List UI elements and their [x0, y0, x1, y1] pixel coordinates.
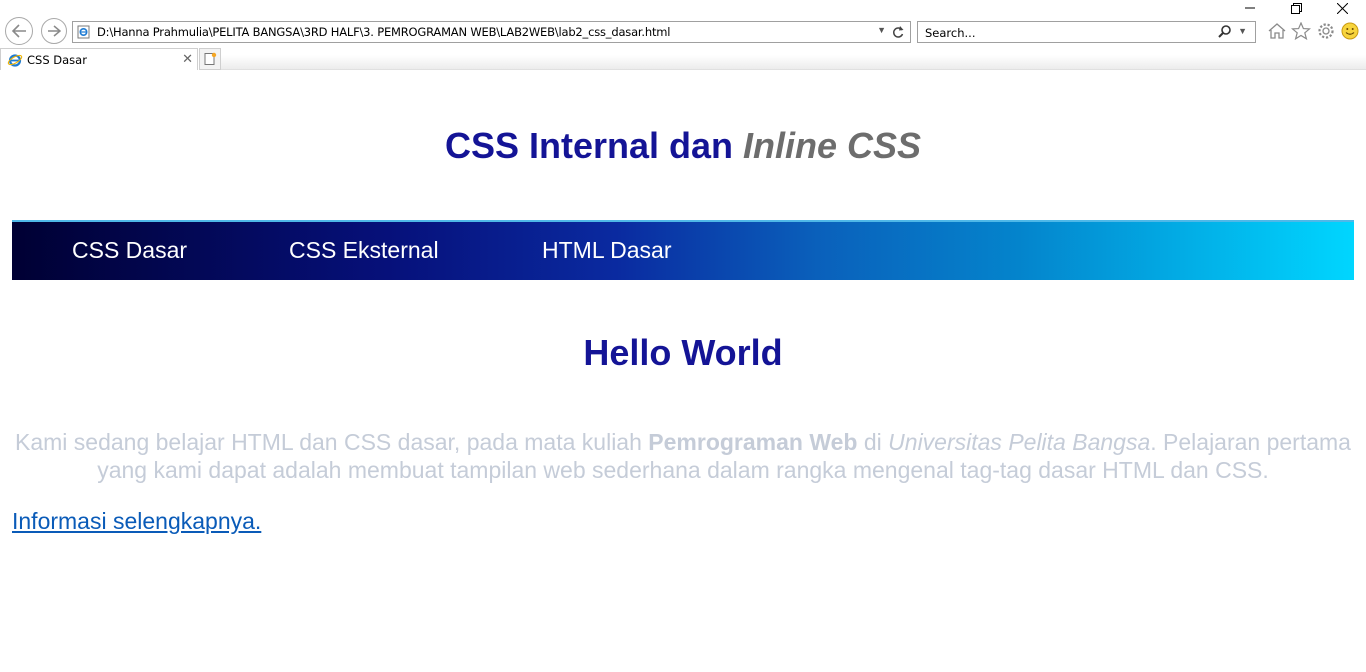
paragraph-italic-university: Universitas Pelita Bangsa [888, 429, 1151, 455]
home-icon[interactable] [1267, 22, 1287, 40]
minimize-button[interactable] [1227, 0, 1273, 16]
search-dropdown-icon[interactable]: ▼ [1238, 26, 1247, 36]
paragraph-text-2: di [857, 429, 889, 455]
browser-chrome: D:\Hanna Prahmulia\PELITA BANGSA\3RD HAL… [0, 0, 1366, 70]
paragraph-text-1: Kami sedang belajar HTML dan CSS dasar, … [15, 429, 649, 455]
page-title: CSS Internal dan Inline CSS [0, 125, 1366, 167]
search-input[interactable]: Search... [925, 26, 975, 40]
hello-heading: Hello World [583, 332, 783, 373]
new-tab-icon [204, 52, 217, 65]
nav-link-css-dasar[interactable]: CSS Dasar [72, 237, 187, 264]
settings-gear-icon[interactable] [1316, 22, 1336, 40]
favorites-star-icon[interactable] [1291, 22, 1311, 40]
nav-link-html-dasar[interactable]: HTML Dasar [542, 237, 672, 264]
tab-css-dasar[interactable]: CSS Dasar ✕ [0, 48, 198, 70]
page-title-main: CSS Internal dan [444, 125, 744, 166]
tab-title: CSS Dasar [27, 53, 87, 67]
back-arrow-icon [11, 24, 26, 38]
close-window-button[interactable] [1319, 0, 1365, 16]
main-nav-bar: CSS Dasar CSS Eksternal HTML Dasar [12, 220, 1354, 280]
address-bar[interactable]: D:\Hanna Prahmulia\PELITA BANGSA\3RD HAL… [72, 21, 911, 43]
nav-link-css-eksternal[interactable]: CSS Eksternal [289, 237, 439, 264]
search-box[interactable]: Search... ▼ [917, 21, 1256, 43]
search-icon[interactable] [1217, 24, 1233, 40]
tab-strip-background [221, 55, 1366, 69]
paragraph-bold-course: Pemrograman Web [648, 429, 858, 455]
forward-arrow-icon [48, 25, 61, 37]
tab-strip-border [221, 69, 1366, 70]
new-tab-button[interactable] [199, 48, 221, 70]
ie-logo-icon [7, 54, 23, 67]
forward-button[interactable] [41, 18, 67, 44]
address-dropdown-icon[interactable]: ▼ [877, 25, 886, 35]
page-title-italic: Inline CSS [743, 125, 922, 166]
back-button[interactable] [5, 17, 33, 45]
feedback-smiley-icon[interactable] [1341, 22, 1359, 40]
ie-page-icon [77, 25, 90, 39]
restore-button[interactable] [1273, 0, 1319, 16]
address-url[interactable]: D:\Hanna Prahmulia\PELITA BANGSA\3RD HAL… [97, 25, 670, 39]
more-info-link[interactable]: Informasi selengkapnya. [12, 508, 261, 535]
refresh-icon[interactable] [891, 24, 905, 40]
tab-close-icon[interactable]: ✕ [182, 51, 193, 67]
intro-paragraph: Kami sedang belajar HTML dan CSS dasar, … [12, 428, 1354, 484]
